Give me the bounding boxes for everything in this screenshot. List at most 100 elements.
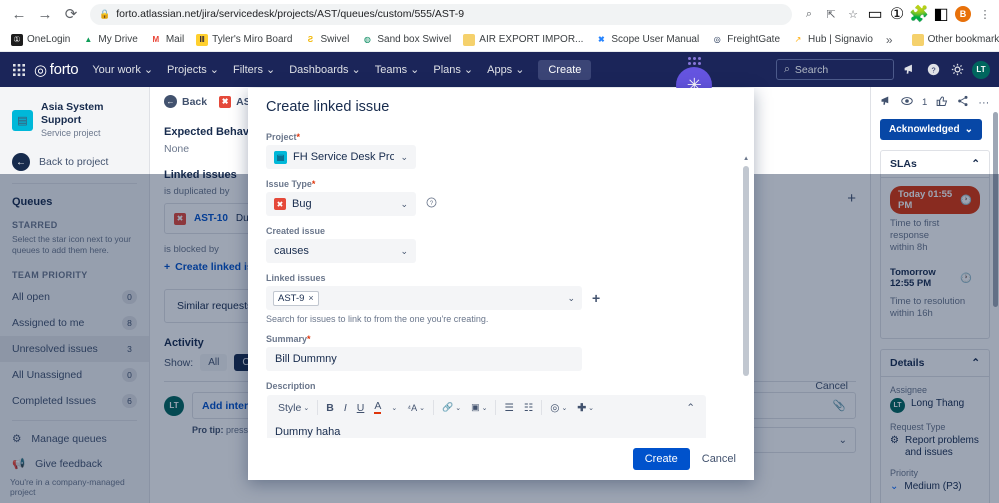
chevron-up-icon[interactable]: ⌃ <box>971 158 980 170</box>
folder-icon <box>911 33 924 46</box>
bookmark-miro-board[interactable]: Ⅲ Tyler's Miro Board <box>190 30 298 50</box>
created-issue-select[interactable]: causes ⌄ <box>266 239 416 263</box>
more-actions-icon[interactable]: ··· <box>978 97 989 109</box>
insert-button[interactable]: ✚ ⌄ <box>572 399 599 416</box>
browser-menu-icon[interactable]: ⋮ <box>974 3 996 25</box>
italic-button[interactable]: I <box>339 399 352 416</box>
bookmark-scope-user-manual[interactable]: ✖ Scope User Manual <box>589 30 705 50</box>
nav-filters[interactable]: Filters ⌄ <box>233 63 275 77</box>
address-bar[interactable]: 🔒 forto.atlassian.net/jira/servicedesk/p… <box>90 3 792 25</box>
issue-type-row: ✖ Bug ⌄ ? <box>266 192 736 216</box>
notifications-icon[interactable] <box>900 63 918 76</box>
back-button[interactable]: ← Back <box>164 95 207 108</box>
bookmark-onelogin[interactable]: ① OneLogin <box>5 30 76 50</box>
profile-avatar[interactable]: B <box>952 3 974 25</box>
user-avatar[interactable]: LT <box>972 60 990 79</box>
chevron-down-icon: ⌄ <box>515 64 525 76</box>
collapse-toolbar-button[interactable]: ⌃ <box>681 399 700 416</box>
forto-logo[interactable]: ◎ forto <box>34 61 79 79</box>
share-icon[interactable] <box>957 95 969 110</box>
help-icon[interactable]: ? <box>924 63 942 76</box>
extension-onelogin-icon[interactable]: ① <box>886 3 908 25</box>
linked-issue-token[interactable]: AST-9 × <box>273 290 319 306</box>
nav-projects[interactable]: Projects ⌄ <box>167 63 219 77</box>
underline-button[interactable]: U <box>352 399 370 416</box>
bookmark-swivel[interactable]: Ƨ Swivel <box>298 30 355 50</box>
side-panel-icon[interactable]: ◧ <box>930 3 952 25</box>
bullet-list-button[interactable]: ☰ <box>499 399 518 416</box>
status-acknowledged-button[interactable]: Acknowledged ⌄ <box>880 119 982 140</box>
cast-icon[interactable]: ▭ <box>864 3 886 25</box>
jira-global-nav: ◎ forto Your work ⌄ Projects ⌄ Filters ⌄ Das… <box>0 52 999 87</box>
search-icon: ⌕ <box>784 63 790 75</box>
bookmark-star-icon[interactable]: ☆ <box>842 3 864 25</box>
summary-input[interactable]: Bill Dummny <box>266 347 582 371</box>
forward-icon[interactable]: → <box>32 1 58 27</box>
bookmark-my-drive[interactable]: ▲ My Drive <box>76 30 143 50</box>
cancel-button[interactable]: Cancel <box>702 453 736 465</box>
chevron-down-icon: ⌄ <box>455 404 462 412</box>
back-icon[interactable]: ← <box>6 1 32 27</box>
linked-issues-row: AST-9 × ⌄ + <box>266 286 736 310</box>
help-icon[interactable]: ? <box>426 197 437 211</box>
global-search-input[interactable]: ⌕ Search <box>776 59 894 80</box>
bookmarks-overflow-icon[interactable]: » <box>879 33 900 47</box>
project-select[interactable]: ▤ FH Service Desk Project (FS... ⌄ <box>266 145 416 169</box>
add-linked-issue-button[interactable]: + <box>592 290 600 306</box>
numbered-list-button[interactable]: ☷ <box>519 399 538 416</box>
description-label: Description <box>266 381 316 391</box>
media-button[interactable]: ▣ ⌄ <box>466 399 492 416</box>
mention-icon: ◎ <box>550 401 560 414</box>
search-placeholder: Search <box>794 63 829 76</box>
nav-your-work[interactable]: Your work ⌄ <box>92 63 153 77</box>
reload-icon[interactable]: ⟳ <box>58 1 84 27</box>
style-dropdown[interactable]: Style ⌄ <box>273 399 314 416</box>
bookmark-label: Sand box Swivel <box>377 34 452 45</box>
issue-type-label: Issue Type* <box>266 179 736 189</box>
back-to-project[interactable]: ← Back to project <box>0 147 149 177</box>
zoom-icon[interactable]: ⌕ <box>798 3 820 25</box>
text-color-dropdown[interactable]: ⌄ <box>386 399 402 416</box>
modal-scrollbar-thumb[interactable] <box>743 166 749 376</box>
mention-button[interactable]: ◎ ⌄ <box>545 399 572 416</box>
toolbar-divider <box>541 400 543 415</box>
bold-button[interactable]: B <box>321 399 339 416</box>
nav-teams[interactable]: Teams ⌄ <box>375 63 420 77</box>
linked-issues-input[interactable]: AST-9 × ⌄ <box>266 286 582 310</box>
app-switcher-icon[interactable] <box>9 63 29 76</box>
issue-type-select[interactable]: ✖ Bug ⌄ <box>266 192 416 216</box>
more-formatting-label: ⁴A <box>407 402 418 413</box>
project-name: Asia System Support <box>41 101 104 126</box>
create-button[interactable]: Create <box>538 59 592 80</box>
feedback-megaphone-icon[interactable] <box>880 95 892 110</box>
nav-plans[interactable]: Plans ⌄ <box>433 63 473 77</box>
chevron-down-icon: ⌄ <box>400 198 408 209</box>
nav-label: Your work <box>92 63 141 76</box>
bookmark-mail[interactable]: M Mail <box>144 30 190 50</box>
project-header[interactable]: ▤ Asia System Support Service project <box>0 97 149 147</box>
close-icon[interactable]: × <box>308 293 313 303</box>
chevron-down-icon: ⌄ <box>419 404 425 412</box>
description-input[interactable]: Dummy haha <box>267 420 706 438</box>
text-color-button[interactable]: A <box>369 399 386 416</box>
more-formatting-button[interactable]: ⁴A ⌄ <box>402 399 430 416</box>
project-type: Service project <box>41 128 101 138</box>
link-button[interactable]: 🔗 ⌄ <box>437 399 466 416</box>
bookmark-other-bookmarks[interactable]: Other bookmarks <box>906 30 999 50</box>
extensions-puzzle-icon[interactable]: 🧩 <box>908 3 930 25</box>
summary-label-text: Summary <box>266 334 308 344</box>
settings-gear-icon[interactable] <box>948 63 966 76</box>
nav-apps[interactable]: Apps ⌄ <box>487 63 525 77</box>
svg-text:?: ? <box>430 200 434 207</box>
like-thumbsup-icon[interactable] <box>936 95 948 110</box>
watch-icon[interactable] <box>901 95 913 110</box>
bookmark-hub-signavio[interactable]: ↗ Hub | Signavio <box>786 30 879 50</box>
nav-dashboards[interactable]: Dashboards ⌄ <box>289 63 361 77</box>
share-icon[interactable]: ⇱ <box>820 3 842 25</box>
bookmark-air-export-import[interactable]: AIR EXPORT IMPOR... <box>457 30 589 50</box>
sandbox-icon: ◍ <box>363 35 371 44</box>
bookmark-freightgate[interactable]: ◎ FreightGate <box>705 30 786 50</box>
required-marker: * <box>296 132 301 142</box>
create-button[interactable]: Create <box>632 448 690 470</box>
bookmark-sandbox-swivel[interactable]: ◍ Sand box Swivel <box>355 30 457 50</box>
